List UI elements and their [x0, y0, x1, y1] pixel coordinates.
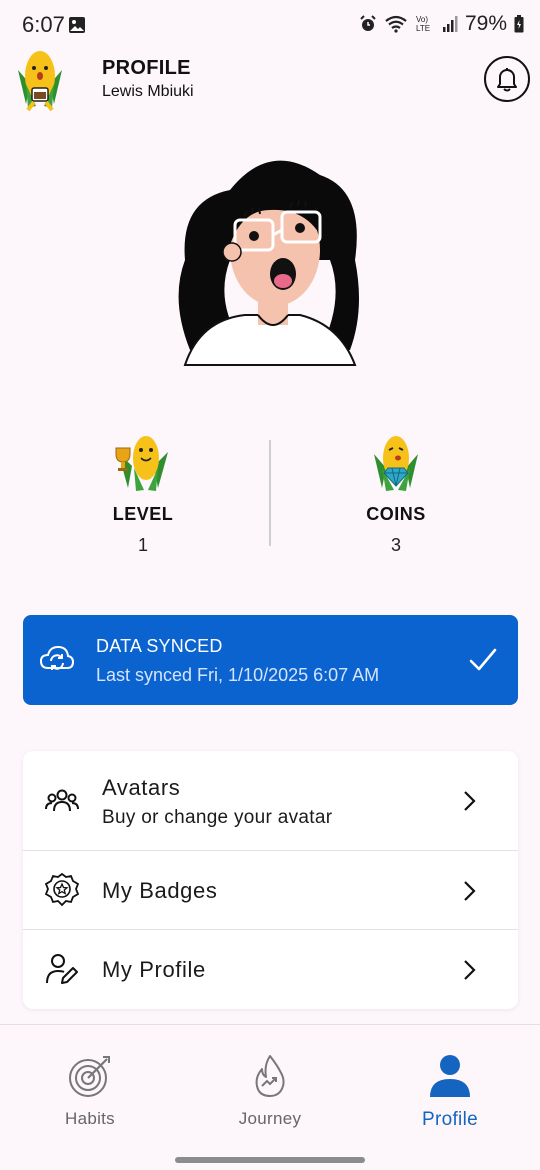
- battery-icon: [514, 15, 524, 33]
- notifications-button[interactable]: [484, 56, 530, 102]
- trophy-mascot-icon: [115, 436, 168, 491]
- coins-stat: COINS 3: [296, 430, 496, 556]
- level-value: 1: [137, 535, 148, 555]
- gallery-icon: [69, 17, 85, 33]
- stats-divider: [269, 440, 271, 546]
- avatar[interactable]: [170, 150, 370, 370]
- chevron-right-icon: [464, 791, 476, 811]
- chevron-right-icon: [464, 960, 476, 980]
- sync-status-card[interactable]: DATA SYNCED Last synced Fri, 1/10/2025 6…: [23, 615, 518, 705]
- battery-percent: 79%: [464, 12, 507, 35]
- menu-item-my-profile[interactable]: My Profile: [23, 930, 518, 1009]
- sync-title: DATA SYNCED: [96, 636, 223, 656]
- menu-item-title: Avatars: [102, 775, 181, 800]
- nav-item-habits[interactable]: Habits: [0, 1053, 180, 1129]
- level-stat: LEVEL 1: [43, 430, 243, 556]
- nav-label: Habits: [65, 1109, 115, 1128]
- app-header: PROFILE Lewis Mbiuki: [0, 40, 540, 116]
- person-icon: [430, 1055, 470, 1097]
- bottom-navigation: Habits Journey Profile: [0, 1024, 540, 1170]
- nav-item-journey[interactable]: Journey: [180, 1053, 360, 1129]
- menu-item-avatars[interactable]: Avatars Buy or change your avatar: [23, 751, 518, 851]
- signal-icon: [442, 16, 458, 32]
- chevron-right-icon: [464, 881, 476, 901]
- svg-text:LTE: LTE: [416, 24, 430, 33]
- badge-icon: [45, 873, 79, 907]
- page-title: PROFILE: [102, 57, 191, 79]
- cloud-sync-icon: [39, 645, 75, 670]
- username: Lewis Mbiuki: [102, 83, 194, 100]
- user-edit-icon: [46, 954, 78, 984]
- menu-item-title: My Profile: [102, 957, 206, 982]
- svg-text:Vo): Vo): [416, 15, 428, 24]
- menu-item-subtitle: Buy or change your avatar: [102, 807, 333, 828]
- alarm-icon: [360, 15, 376, 31]
- coins-value: 3: [390, 535, 401, 555]
- check-icon: [469, 648, 497, 671]
- nav-item-profile[interactable]: Profile: [360, 1053, 540, 1131]
- flame-icon: [255, 1055, 285, 1097]
- bell-icon: [497, 68, 517, 92]
- status-icons: Vo) LTE 79%: [359, 12, 524, 36]
- sync-subtitle: Last synced Fri, 1/10/2025 6:07 AM: [96, 665, 380, 685]
- home-indicator: [175, 1157, 365, 1163]
- wifi-icon: [385, 15, 407, 33]
- nav-label: Profile: [422, 1109, 478, 1130]
- level-label: LEVEL: [112, 504, 174, 524]
- menu-item-my-badges[interactable]: My Badges: [23, 851, 518, 930]
- menu-item-title: My Badges: [102, 878, 218, 903]
- coins-label: COINS: [366, 504, 426, 524]
- target-icon: [69, 1056, 110, 1097]
- mascot-icon: [18, 51, 62, 112]
- gem-mascot-icon: [374, 436, 418, 491]
- nav-label: Journey: [238, 1109, 302, 1128]
- profile-menu: Avatars Buy or change your avatar My Bad…: [23, 751, 518, 1009]
- volte-icon: Vo) LTE: [416, 15, 430, 33]
- status-time: 6:07: [22, 12, 65, 37]
- group-icon: [45, 789, 79, 812]
